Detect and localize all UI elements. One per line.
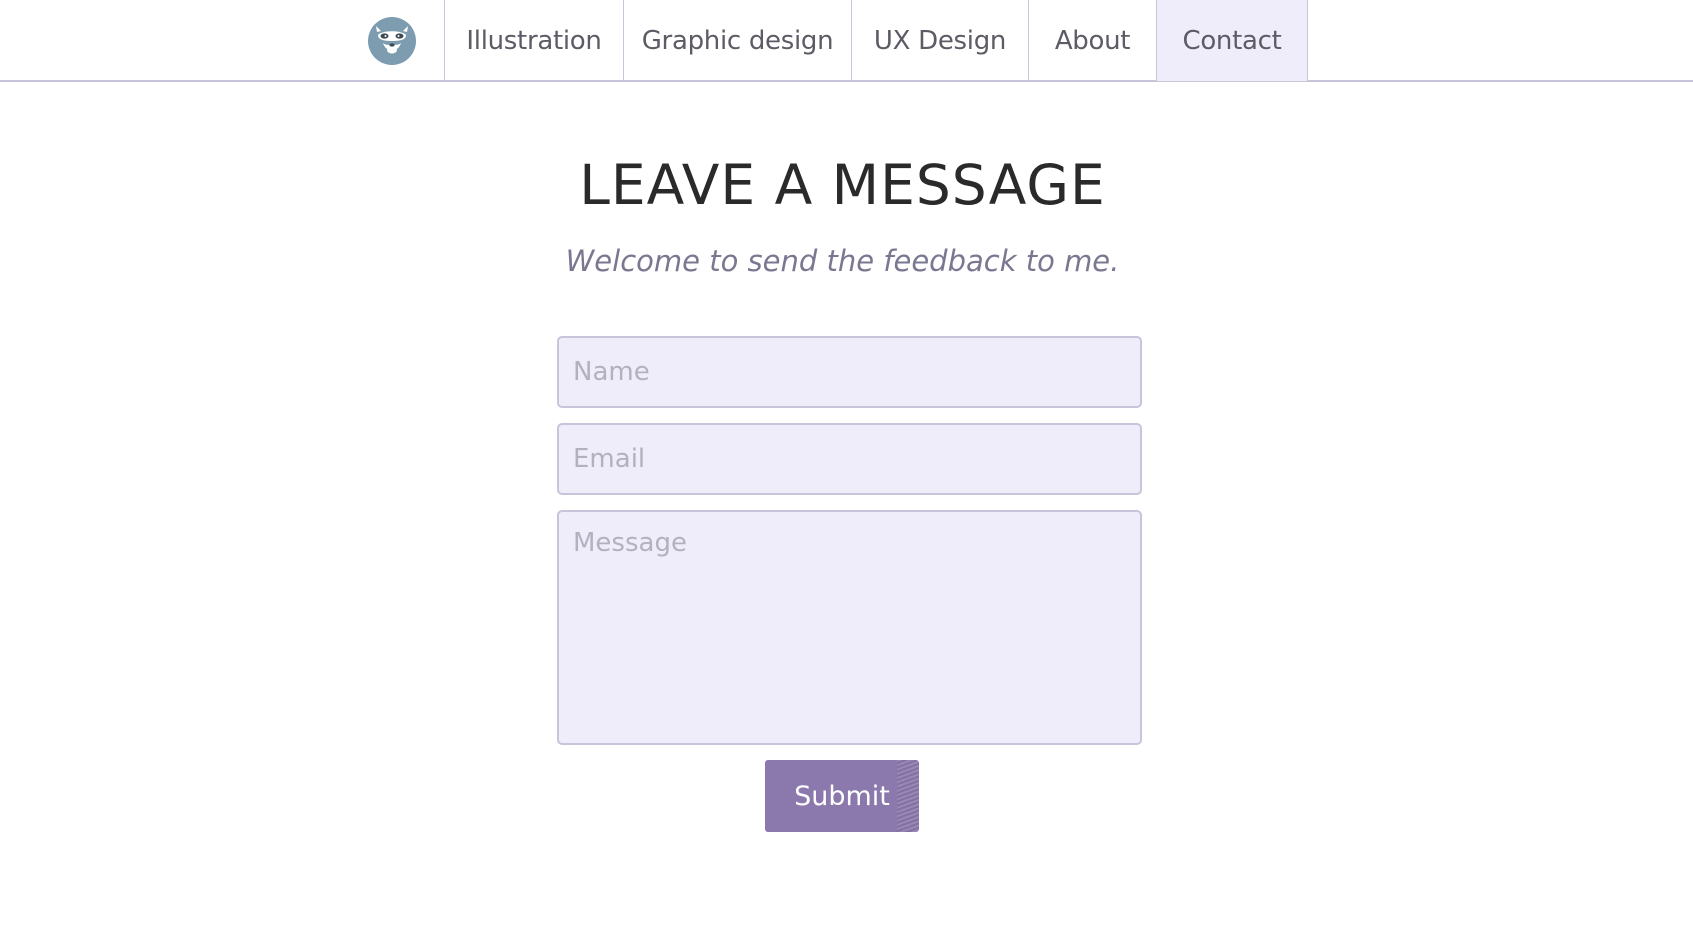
submit-label: Submit xyxy=(794,780,890,812)
nav-item-illustration[interactable]: Illustration xyxy=(445,0,624,81)
page-title: LEAVE A MESSAGE xyxy=(579,153,1106,217)
nav-item-about[interactable]: About xyxy=(1029,0,1157,81)
button-texture xyxy=(897,760,919,832)
ferret-face-icon xyxy=(368,16,416,65)
logo-link[interactable] xyxy=(340,0,445,81)
nav-menu: Illustration Graphic design UX Design Ab… xyxy=(340,0,1308,81)
submit-button[interactable]: Submit xyxy=(765,760,919,832)
message-field[interactable] xyxy=(557,510,1142,745)
nav-item-graphic-design[interactable]: Graphic design xyxy=(624,0,852,81)
top-navigation: Illustration Graphic design UX Design Ab… xyxy=(0,0,1693,82)
page-subtitle: Welcome to send the feedback to me. xyxy=(565,244,1120,278)
email-field[interactable] xyxy=(557,423,1142,495)
nav-item-contact[interactable]: Contact xyxy=(1157,0,1308,81)
name-field[interactable] xyxy=(557,336,1142,408)
nav-item-ux-design[interactable]: UX Design xyxy=(852,0,1029,81)
